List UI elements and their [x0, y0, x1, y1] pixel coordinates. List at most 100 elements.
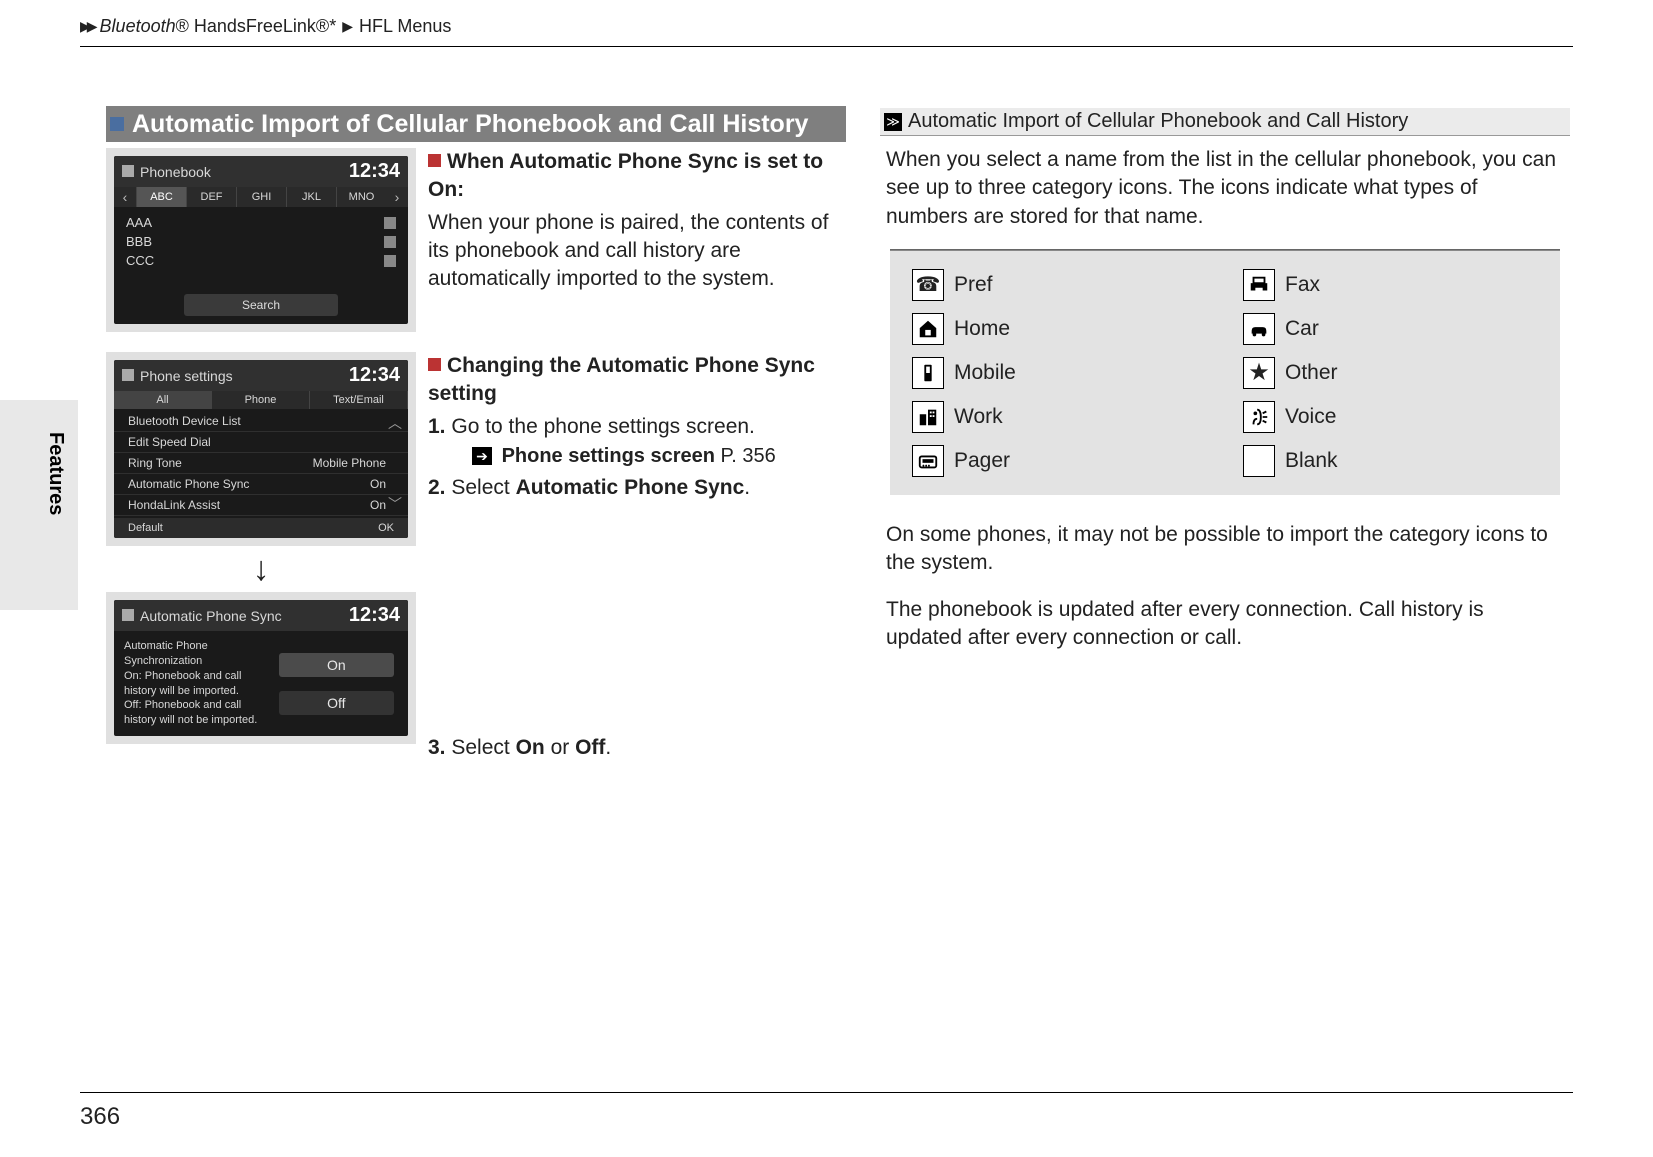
screen3-desc: Automatic Phone Synchronization On: Phon… [114, 631, 279, 736]
chevron-up-icon[interactable]: ︿ [388, 413, 402, 433]
fax-icon [1243, 269, 1275, 301]
screenshot-phonebook: Phonebook 12:34 ‹ ABC DEF GHI JKL MNO › … [106, 148, 416, 332]
other-icon: ★ [1243, 357, 1275, 389]
triangle-icon: ▶ [342, 18, 353, 35]
arrow-down-icon: ↓ [106, 552, 416, 586]
breadcrumb-brand: Bluetooth [100, 16, 176, 37]
pager-icon [912, 445, 944, 477]
screen1-title: Phonebook [140, 164, 211, 180]
tab-jkl[interactable]: JKL [286, 187, 336, 207]
block1-body: When your phone is paired, the contents … [428, 209, 846, 294]
fax-label: Fax [1285, 271, 1320, 299]
mobile-icon [912, 357, 944, 389]
crossref-arrow-icon: ➔ [472, 447, 492, 465]
contact-type-icon [384, 255, 396, 267]
screen1-clock: 12:34 [349, 160, 400, 183]
blank-label: Blank [1285, 447, 1338, 475]
step2-number: 2. [428, 476, 446, 499]
list-item[interactable]: AAA [126, 213, 396, 232]
chevron-left-icon[interactable]: ‹ [114, 189, 136, 205]
screenshot-phone-settings: Phone settings 12:34 All Phone Text/Emai… [106, 352, 416, 546]
other-label: Other [1285, 359, 1338, 387]
car-icon [1243, 313, 1275, 345]
page-number: 366 [80, 1103, 120, 1131]
triangle-icon: ▶▶ [80, 18, 94, 35]
section-title-text: Automatic Import of Cellular Phonebook a… [132, 110, 808, 139]
step3-mid: or [545, 736, 575, 759]
square-bullet-icon [428, 358, 441, 371]
step3-pre: Select [451, 736, 515, 759]
gear-icon [122, 609, 134, 621]
square-bullet-icon [110, 117, 124, 131]
tab-all[interactable]: All [114, 391, 212, 409]
sidebar-p2: On some phones, it may not be possible t… [886, 521, 1564, 578]
tab-ghi[interactable]: GHI [236, 187, 286, 207]
step3-number: 3. [428, 736, 446, 759]
blank-icon [1243, 445, 1275, 477]
screen2-clock: 12:34 [349, 364, 400, 387]
tab-def[interactable]: DEF [186, 187, 236, 207]
voice-label: Voice [1285, 403, 1336, 431]
block2-heading: Changing the Automatic Phone Sync settin… [428, 354, 815, 405]
list-item[interactable]: BBB [126, 232, 396, 251]
screen2-title: Phone settings [140, 368, 233, 384]
footer-rule [80, 1092, 1573, 1093]
screenshot-auto-phone-sync: Automatic Phone Sync 12:34 Automatic Pho… [106, 592, 416, 744]
step3-off: Off [575, 736, 605, 759]
list-item[interactable]: Ring ToneMobile Phone [114, 453, 408, 474]
work-label: Work [954, 403, 1003, 431]
step1-text: Go to the phone settings screen. [451, 415, 755, 438]
crossref-page: P. 356 [721, 445, 776, 467]
category-icon-table: ☎ Pref Fax Home Car Mobile ★ Other Work Vo… [890, 250, 1560, 495]
sidebar-title-text: Automatic Import of Cellular Phonebook a… [908, 110, 1408, 133]
home-label: Home [954, 315, 1010, 343]
work-icon [912, 401, 944, 433]
block2-text: Changing the Automatic Phone Sync settin… [428, 352, 846, 763]
step3-post: . [605, 736, 611, 759]
ok-button[interactable]: OK [378, 522, 394, 534]
header-rule [80, 46, 1573, 47]
pager-label: Pager [954, 447, 1010, 475]
sidebar-title: ≫ Automatic Import of Cellular Phonebook… [880, 108, 1570, 136]
tab-phone[interactable]: Phone [212, 391, 310, 409]
list-item[interactable]: Bluetooth Device List [114, 411, 408, 432]
home-icon [912, 313, 944, 345]
pref-label: Pref [954, 271, 993, 299]
list-item[interactable]: CCC [126, 251, 396, 270]
breadcrumb-brand-suffix: ® HandsFreeLink®* [176, 16, 337, 37]
search-button[interactable]: Search [184, 294, 338, 316]
tab-text-email[interactable]: Text/Email [310, 391, 408, 409]
square-bullet-icon [428, 154, 441, 167]
block1-heading: When Automatic Phone Sync is set to On: [428, 150, 823, 201]
chevron-down-icon[interactable]: ﹀ [388, 494, 402, 514]
double-chevron-icon: ≫ [884, 113, 902, 131]
list-item[interactable]: Automatic Phone SyncOn [114, 474, 408, 495]
step2-post: . [744, 476, 750, 499]
crossref: ➔ Phone settings screen P. 356 [472, 443, 846, 470]
off-button[interactable]: Off [279, 691, 394, 715]
mobile-label: Mobile [954, 359, 1016, 387]
screen3-title: Automatic Phone Sync [140, 608, 282, 624]
screen3-clock: 12:34 [349, 604, 400, 627]
default-button[interactable]: Default [128, 522, 163, 534]
breadcrumb-tail: HFL Menus [359, 16, 451, 37]
breadcrumb: ▶▶ Bluetooth ® HandsFreeLink®* ▶ HFL Men… [80, 10, 1573, 42]
gear-icon [122, 369, 134, 381]
list-item[interactable]: Edit Speed Dial [114, 432, 408, 453]
on-button[interactable]: On [279, 653, 394, 677]
pref-icon: ☎ [912, 269, 944, 301]
phone-icon [122, 165, 134, 177]
step2-bold: Automatic Phone Sync [516, 476, 745, 499]
sidebar-p3: The phonebook is updated after every con… [886, 596, 1564, 653]
side-tab-label: Features [44, 432, 67, 515]
sidebar-p1: When you select a name from the list in … [886, 146, 1564, 231]
chevron-right-icon[interactable]: › [386, 189, 408, 205]
car-label: Car [1285, 315, 1319, 343]
contact-type-icon [384, 236, 396, 248]
tab-abc[interactable]: ABC [136, 187, 186, 207]
list-item[interactable]: HondaLink AssistOn [114, 495, 408, 516]
step3-on: On [516, 736, 545, 759]
contact-type-icon [384, 217, 396, 229]
voice-icon [1243, 401, 1275, 433]
tab-mno[interactable]: MNO [336, 187, 386, 207]
